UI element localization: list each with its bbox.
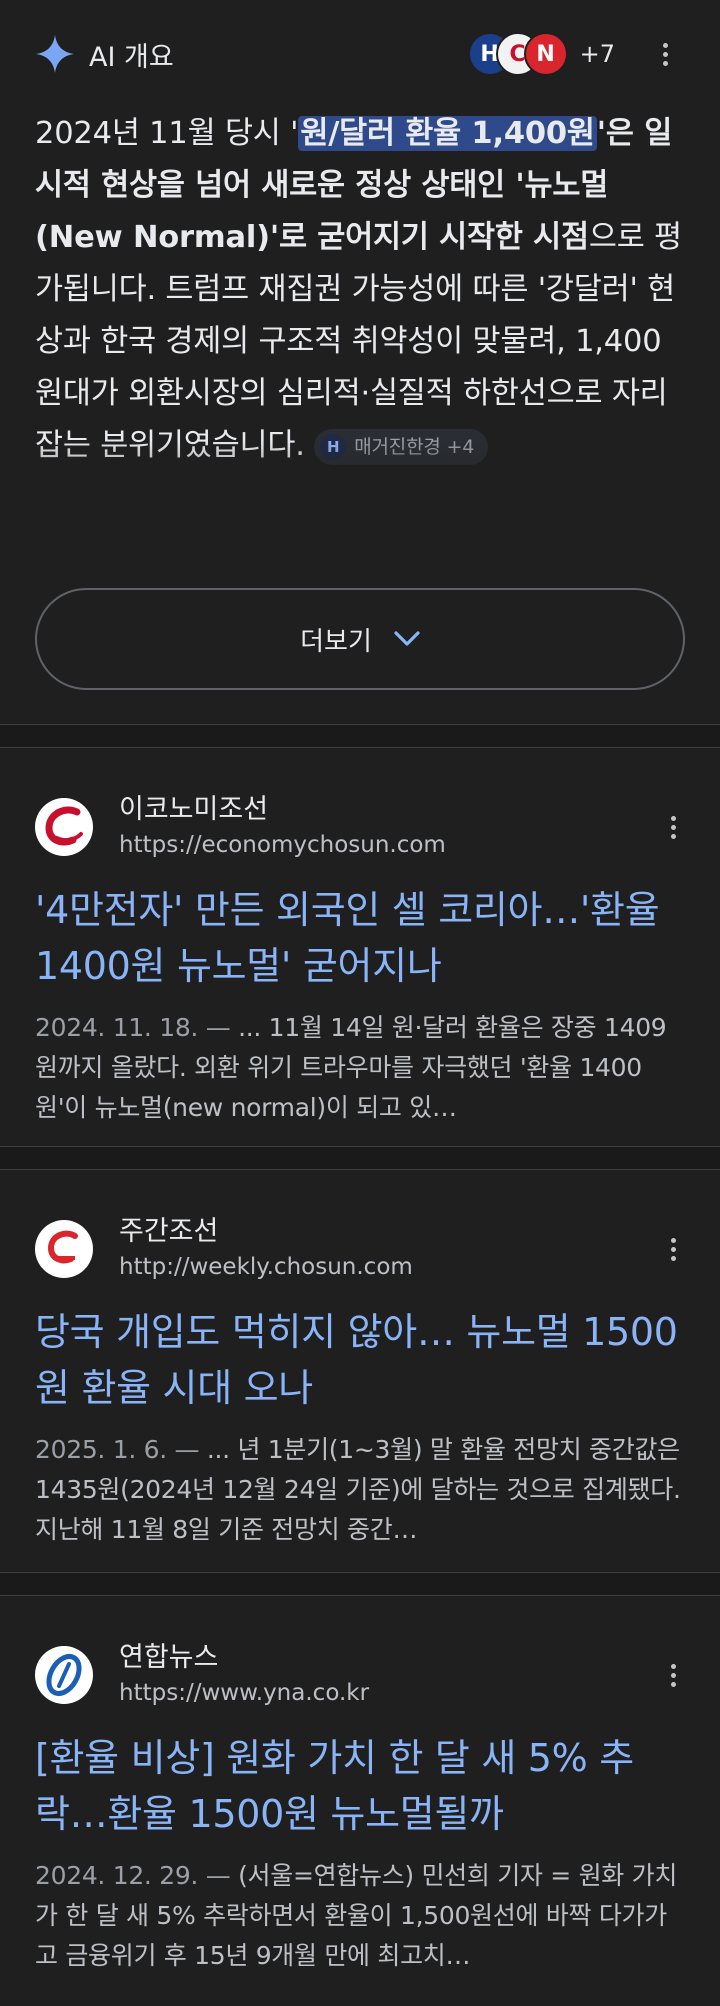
ai-overview: AI 개요 H C N +7 2024년 11월 당시 '원/달러 환율 1,4… [0, 0, 720, 724]
section-divider [0, 724, 720, 748]
show-more-button[interactable]: 더보기 [35, 588, 685, 690]
result-snippet: 2024. 12. 29. — (서울=연합뉴스) 민선희 기자 = 원화 가치… [35, 1856, 685, 1976]
site-url: http://weekly.chosun.com [119, 1254, 413, 1280]
more-options-icon[interactable] [645, 42, 685, 66]
search-result: 이코노미조선 https://economychosun.com '4만전자' … [0, 748, 720, 1146]
ai-text-part: 2024년 11월 당시 ' [35, 116, 299, 151]
result-title-link[interactable]: 당국 개입도 먹히지 않아… 뉴노멀 1500원 환율 시대 오나 [35, 1304, 685, 1416]
show-more-label: 더보기 [300, 626, 372, 657]
section-divider [0, 1572, 720, 1596]
more-options-icon[interactable] [653, 1663, 693, 1687]
site-info: 연합뉴스 https://www.yna.co.kr [119, 1640, 653, 1710]
search-result: 연합뉴스 https://www.yna.co.kr [환율 비상] 원화 가치… [0, 1596, 720, 2006]
result-date: 2024. 12. 29. — [35, 1861, 231, 1890]
ai-overview-title: AI 개요 [89, 41, 174, 73]
ai-text-part: '은 [596, 116, 645, 151]
site-url: https://www.yna.co.kr [119, 1680, 370, 1706]
result-date: 2024. 11. 18. — [35, 1013, 231, 1042]
site-info: 주간조선 http://weekly.chosun.com [119, 1214, 653, 1284]
yonhap-favicon-icon [35, 1646, 93, 1704]
result-snippet: 2025. 1. 6. — ... 년 1분기(1~3월) 말 환율 전망치 중… [35, 1430, 685, 1550]
result-date: 2025. 1. 6. — [35, 1435, 200, 1464]
ai-overview-fade [0, 440, 720, 580]
site-url: https://economychosun.com [119, 832, 446, 858]
result-site[interactable]: 주간조선 http://weekly.chosun.com [35, 1170, 685, 1284]
result-site[interactable]: 연합뉴스 https://www.yna.co.kr [35, 1596, 685, 1710]
section-divider [0, 1146, 720, 1170]
result-site[interactable]: 이코노미조선 https://economychosun.com [35, 748, 685, 862]
site-name: 연합뉴스 [119, 1642, 219, 1673]
search-results-page: AI 개요 H C N +7 2024년 11월 당시 '원/달러 환율 1,4… [0, 0, 720, 2006]
sparkle-icon [35, 34, 75, 74]
result-title-link[interactable]: [환율 비상] 원화 가치 한 달 새 5% 추락…환율 1500원 뉴노멀될까 [35, 1730, 685, 1842]
ai-overview-sources[interactable]: H C N +7 [467, 32, 685, 76]
site-info: 이코노미조선 https://economychosun.com [119, 792, 653, 862]
ai-overview-text: 2024년 11월 당시 '원/달러 환율 1,400원'은 일시적 현상을 넘… [35, 108, 685, 472]
source-logo-news: N [523, 32, 568, 76]
chevron-down-icon [394, 624, 420, 654]
ai-text-highlight: 원/달러 환율 1,400원 [298, 116, 597, 151]
site-name: 이코노미조선 [119, 794, 269, 825]
more-options-icon[interactable] [653, 815, 693, 839]
source-more-count[interactable]: +7 [580, 40, 615, 68]
weeklychosun-favicon-icon [35, 1220, 93, 1278]
economychosun-favicon-icon [35, 798, 93, 856]
search-result: 주간조선 http://weekly.chosun.com 당국 개입도 먹히지… [0, 1170, 720, 1572]
ai-overview-title-wrap: AI 개요 [35, 34, 174, 74]
ai-overview-header: AI 개요 H C N +7 [35, 0, 685, 108]
site-name: 주간조선 [119, 1216, 219, 1247]
source-logos[interactable]: H C N [467, 32, 568, 76]
more-options-icon[interactable] [653, 1237, 693, 1261]
result-snippet: 2024. 11. 18. — ... 11월 14일 원·달러 환율은 장중 … [35, 1008, 685, 1128]
result-title-link[interactable]: '4만전자' 만든 외국인 셀 코리아…'환율 1400원 뉴노멀' 굳어지나 [35, 882, 685, 994]
